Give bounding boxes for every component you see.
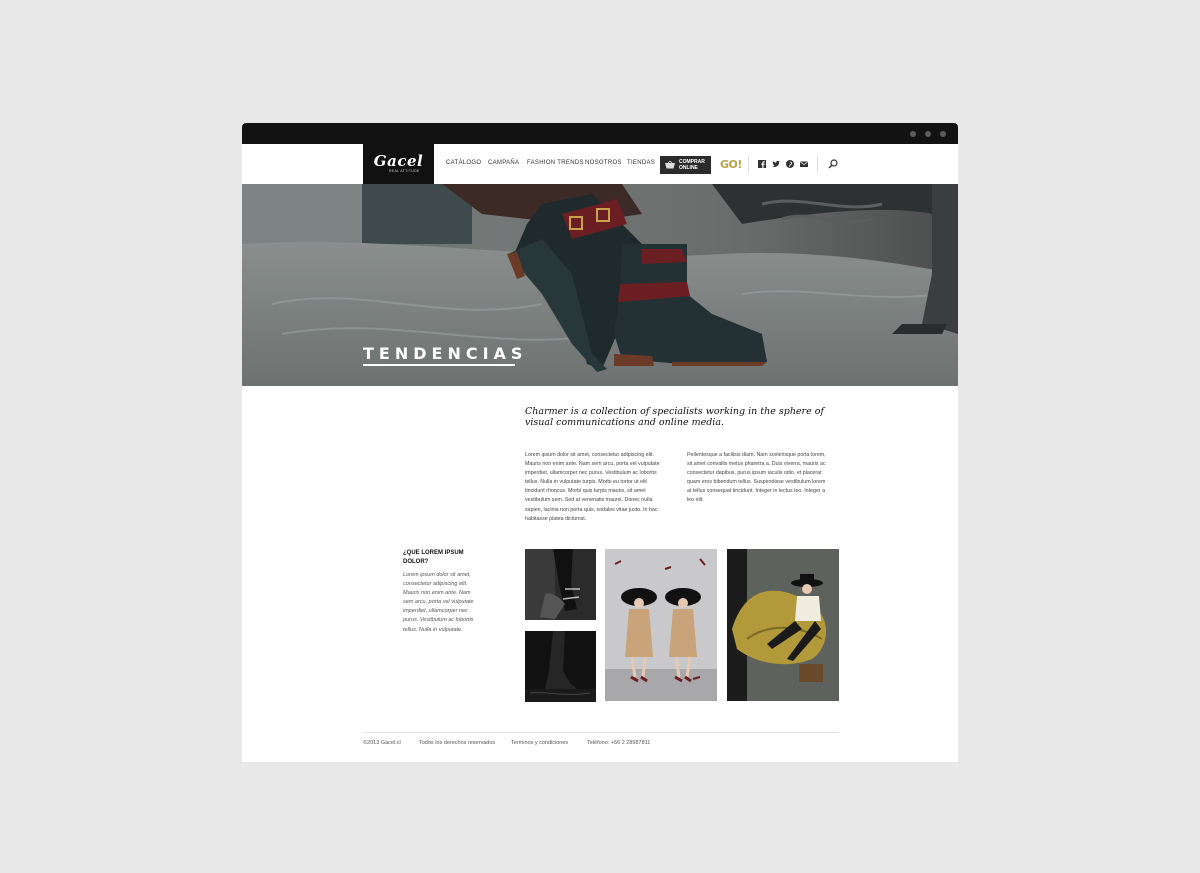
nav-item-nosotros[interactable]: NOSOTROS [585, 160, 622, 166]
gallery-photo-trench-coats[interactable] [605, 549, 717, 701]
brand-logo[interactable]: Gacel REAL ATTITUDE [363, 144, 434, 184]
buy-online-button[interactable]: COMPRAR ONLINE [660, 156, 711, 174]
nav-item-campana[interactable]: CAMPAÑA [488, 160, 519, 166]
window-dot[interactable] [925, 131, 931, 137]
gallery-photo-legs[interactable] [525, 549, 596, 620]
search-icon[interactable] [828, 159, 838, 169]
intro-headline: Charmer is a collection of specialists w… [525, 406, 824, 428]
footer-phone: Teléfono: +56 2 28987811 [587, 740, 651, 746]
footer-divider [363, 732, 839, 733]
photo-image [525, 549, 596, 620]
facebook-icon[interactable] [758, 160, 766, 168]
twitter-icon[interactable] [772, 160, 780, 168]
nav-item-fashion-trends[interactable]: FASHION TRENDS [527, 160, 584, 166]
buy-label-line2: ONLINE [679, 165, 698, 171]
hero-boots-image [242, 184, 958, 386]
mail-icon[interactable] [800, 160, 808, 168]
main-navigation: Gacel REAL ATTITUDE CATÁLOGO CAMPAÑA FAS… [242, 144, 958, 184]
hero-banner: TENDENCIAS [242, 184, 958, 386]
pinterest-icon[interactable] [786, 160, 794, 168]
window-dot[interactable] [940, 131, 946, 137]
nav-divider [748, 156, 749, 173]
nav-item-tiendas[interactable]: TIENDAS [627, 160, 655, 166]
side-text: Lorem ipsum dolor sit amet, consectetur … [403, 572, 474, 633]
body-column-2: Pellentesque a facilisis diam. Nam scele… [687, 452, 826, 504]
window-dot[interactable] [910, 131, 916, 137]
nav-divider [817, 156, 818, 173]
gallery-photo-leaf[interactable] [727, 549, 839, 701]
side-heading: ¿QUE LOREM IPSUM DOLOR? [403, 550, 464, 565]
nav-item-catalogo[interactable]: CATÁLOGO [446, 160, 481, 166]
brand-name: Gacel [373, 152, 424, 170]
photo-image [727, 549, 839, 701]
buy-online-label: COMPRAR ONLINE [679, 159, 705, 171]
body-column-1: Lorem ipsum dolor sit amet, consectetur … [525, 452, 660, 522]
hero-title-underline [363, 364, 515, 366]
footer-copyright: ©2013 Gacel.cl [363, 740, 401, 746]
gallery-photo-boot[interactable] [525, 631, 596, 702]
photo-image [525, 631, 596, 702]
footer-terms-link[interactable]: Terminos y condiciones [511, 740, 568, 746]
go-logo[interactable]: GO! [720, 158, 742, 171]
basket-icon [665, 161, 675, 169]
brand-tagline: REAL ATTITUDE [389, 169, 420, 173]
window-titlebar [242, 123, 958, 144]
hero-title: TENDENCIAS [363, 344, 528, 363]
footer-rights: Todos los derechos reservados [419, 740, 496, 746]
browser-window: Gacel REAL ATTITUDE CATÁLOGO CAMPAÑA FAS… [242, 123, 958, 762]
photo-image [605, 549, 717, 701]
